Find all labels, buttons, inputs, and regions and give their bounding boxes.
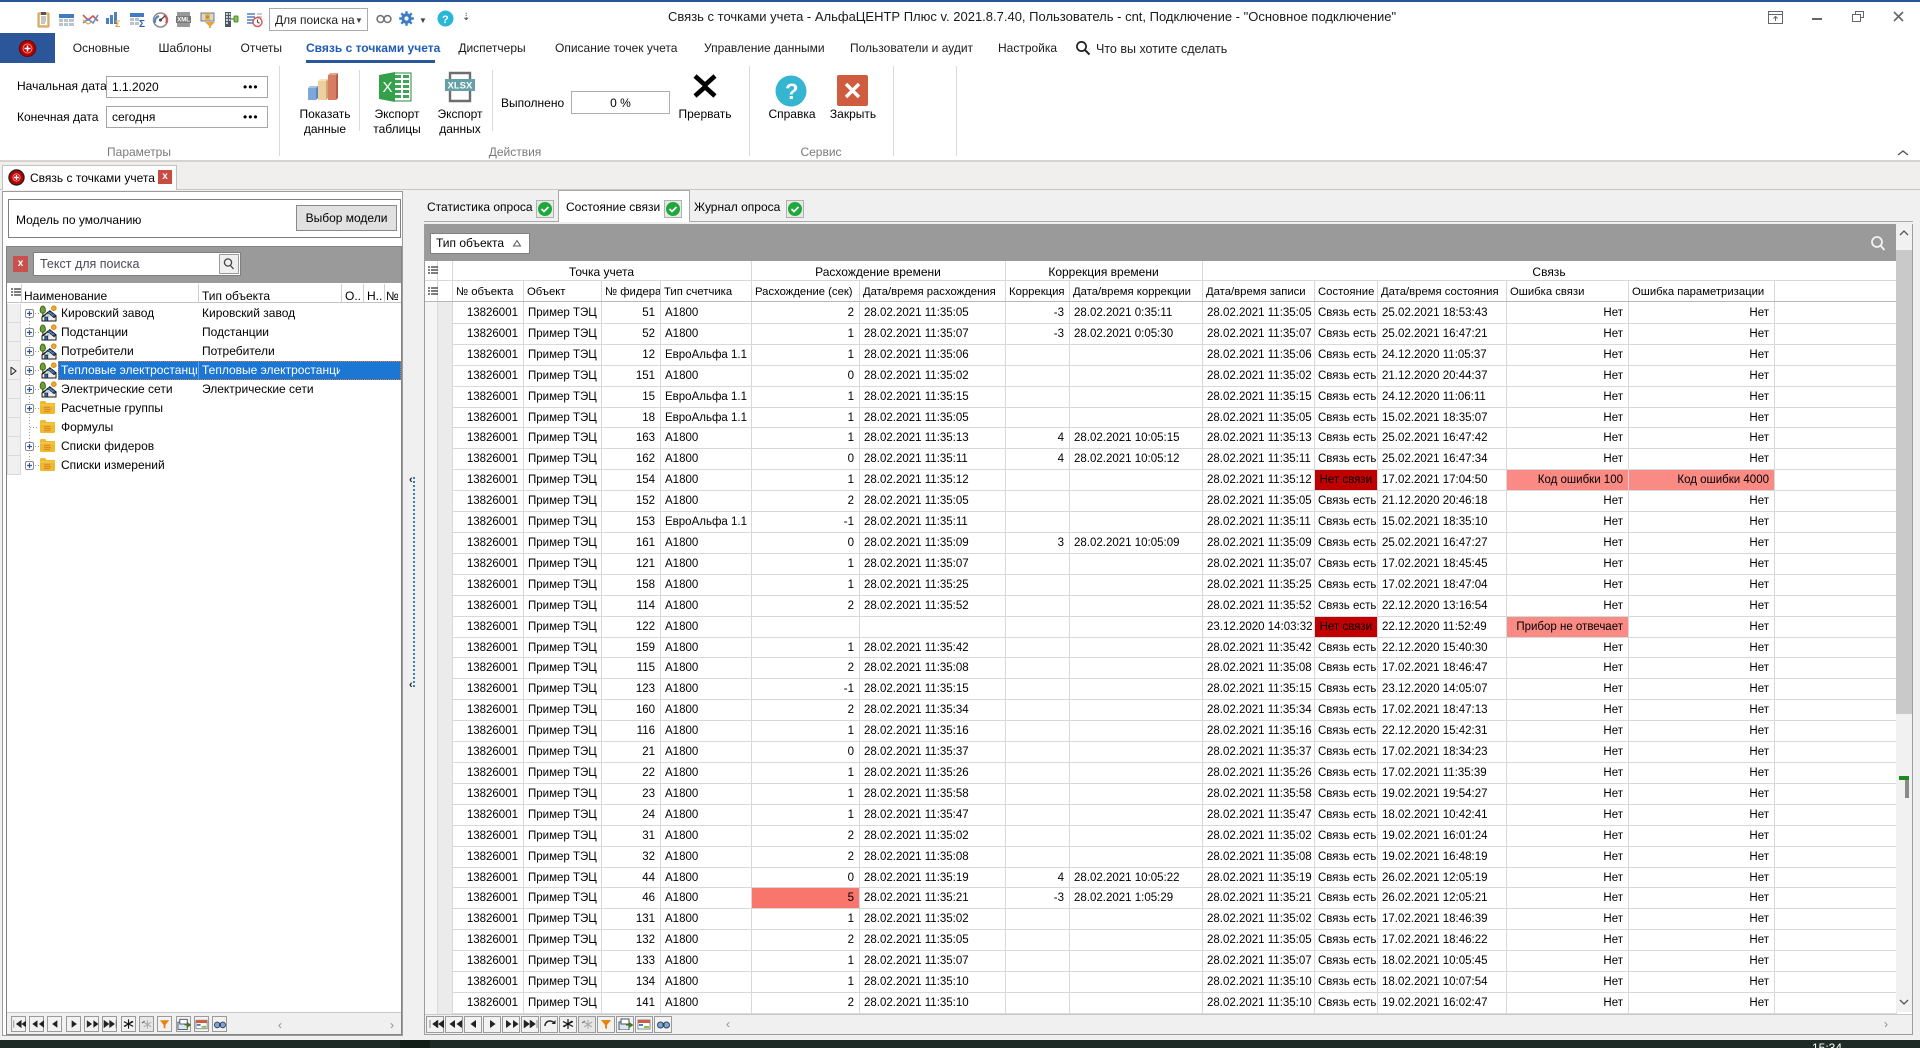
svg-text:?: ?	[442, 14, 449, 26]
svg-text:Σ: Σ	[139, 19, 145, 28]
svg-text:?: ?	[785, 79, 798, 104]
svg-text:Σ: Σ	[115, 19, 121, 28]
svg-text:X: X	[383, 79, 393, 96]
svg-text:XLSX: XLSX	[448, 81, 473, 92]
svg-text:XML: XML	[178, 18, 191, 24]
